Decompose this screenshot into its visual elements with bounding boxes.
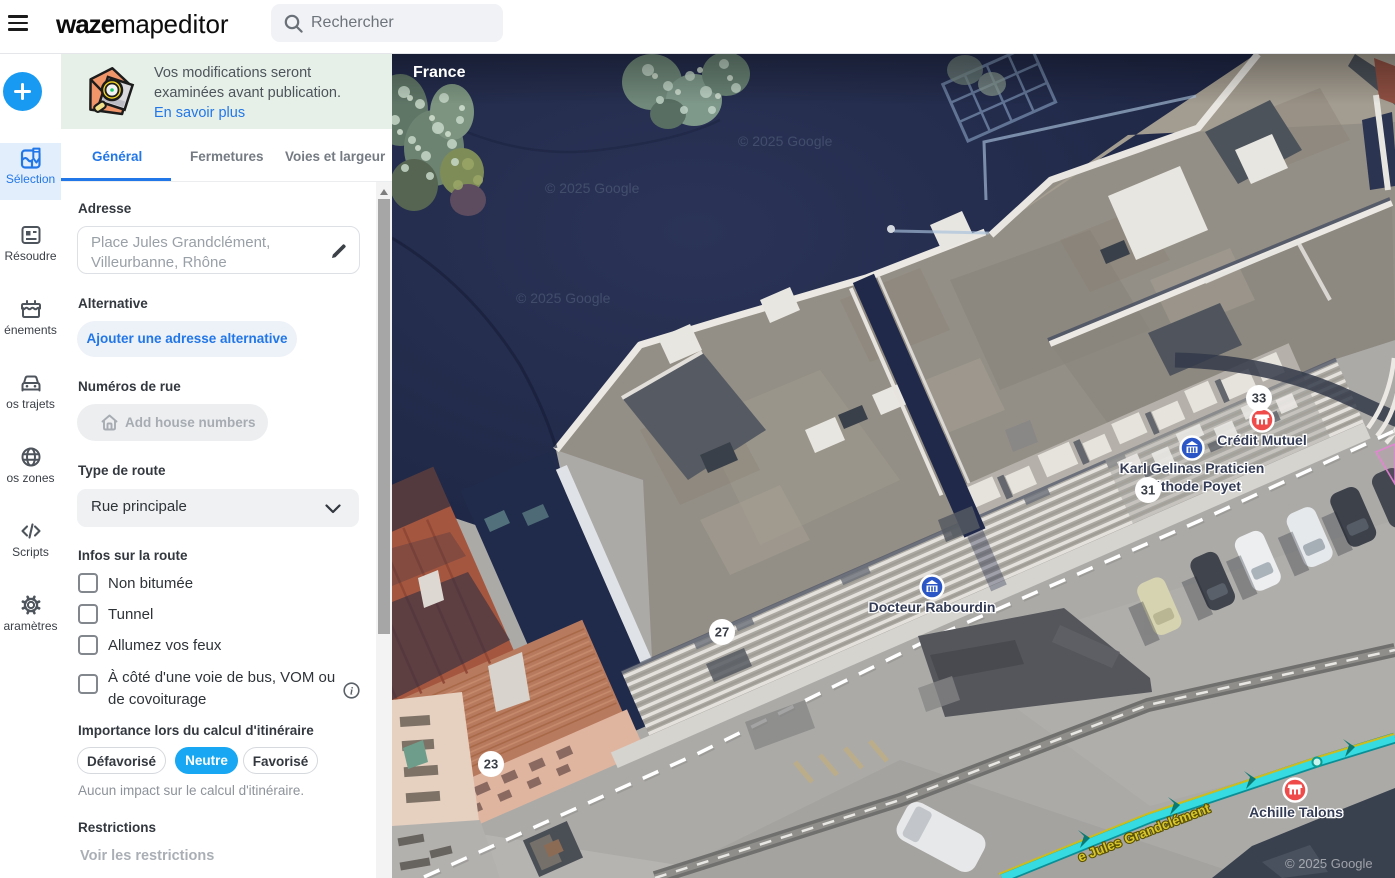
svg-text:© 2025 Google: © 2025 Google (516, 290, 611, 306)
svg-text:i: i (350, 685, 354, 697)
svg-text:France: France (413, 64, 466, 81)
svg-text:27: 27 (715, 625, 729, 640)
svg-text:Docteur Rabourdin: Docteur Rabourdin (869, 599, 996, 615)
svg-text:Achille Talons: Achille Talons (1249, 804, 1343, 820)
svg-text:© 2025 Google: © 2025 Google (545, 180, 640, 196)
svg-text:23: 23 (484, 757, 498, 772)
svg-text:Karl Gelinas Praticien: Karl Gelinas Praticien (1120, 460, 1265, 476)
svg-text:éthode Poyet: éthode Poyet (1153, 478, 1241, 494)
svg-text:© 2025 Google: © 2025 Google (738, 133, 833, 149)
svg-text:33: 33 (1252, 391, 1266, 406)
svg-text:© 2025 Google: © 2025 Google (1285, 856, 1373, 871)
svg-text:31: 31 (1141, 483, 1155, 498)
svg-text:Crédit Mutuel: Crédit Mutuel (1217, 432, 1306, 448)
